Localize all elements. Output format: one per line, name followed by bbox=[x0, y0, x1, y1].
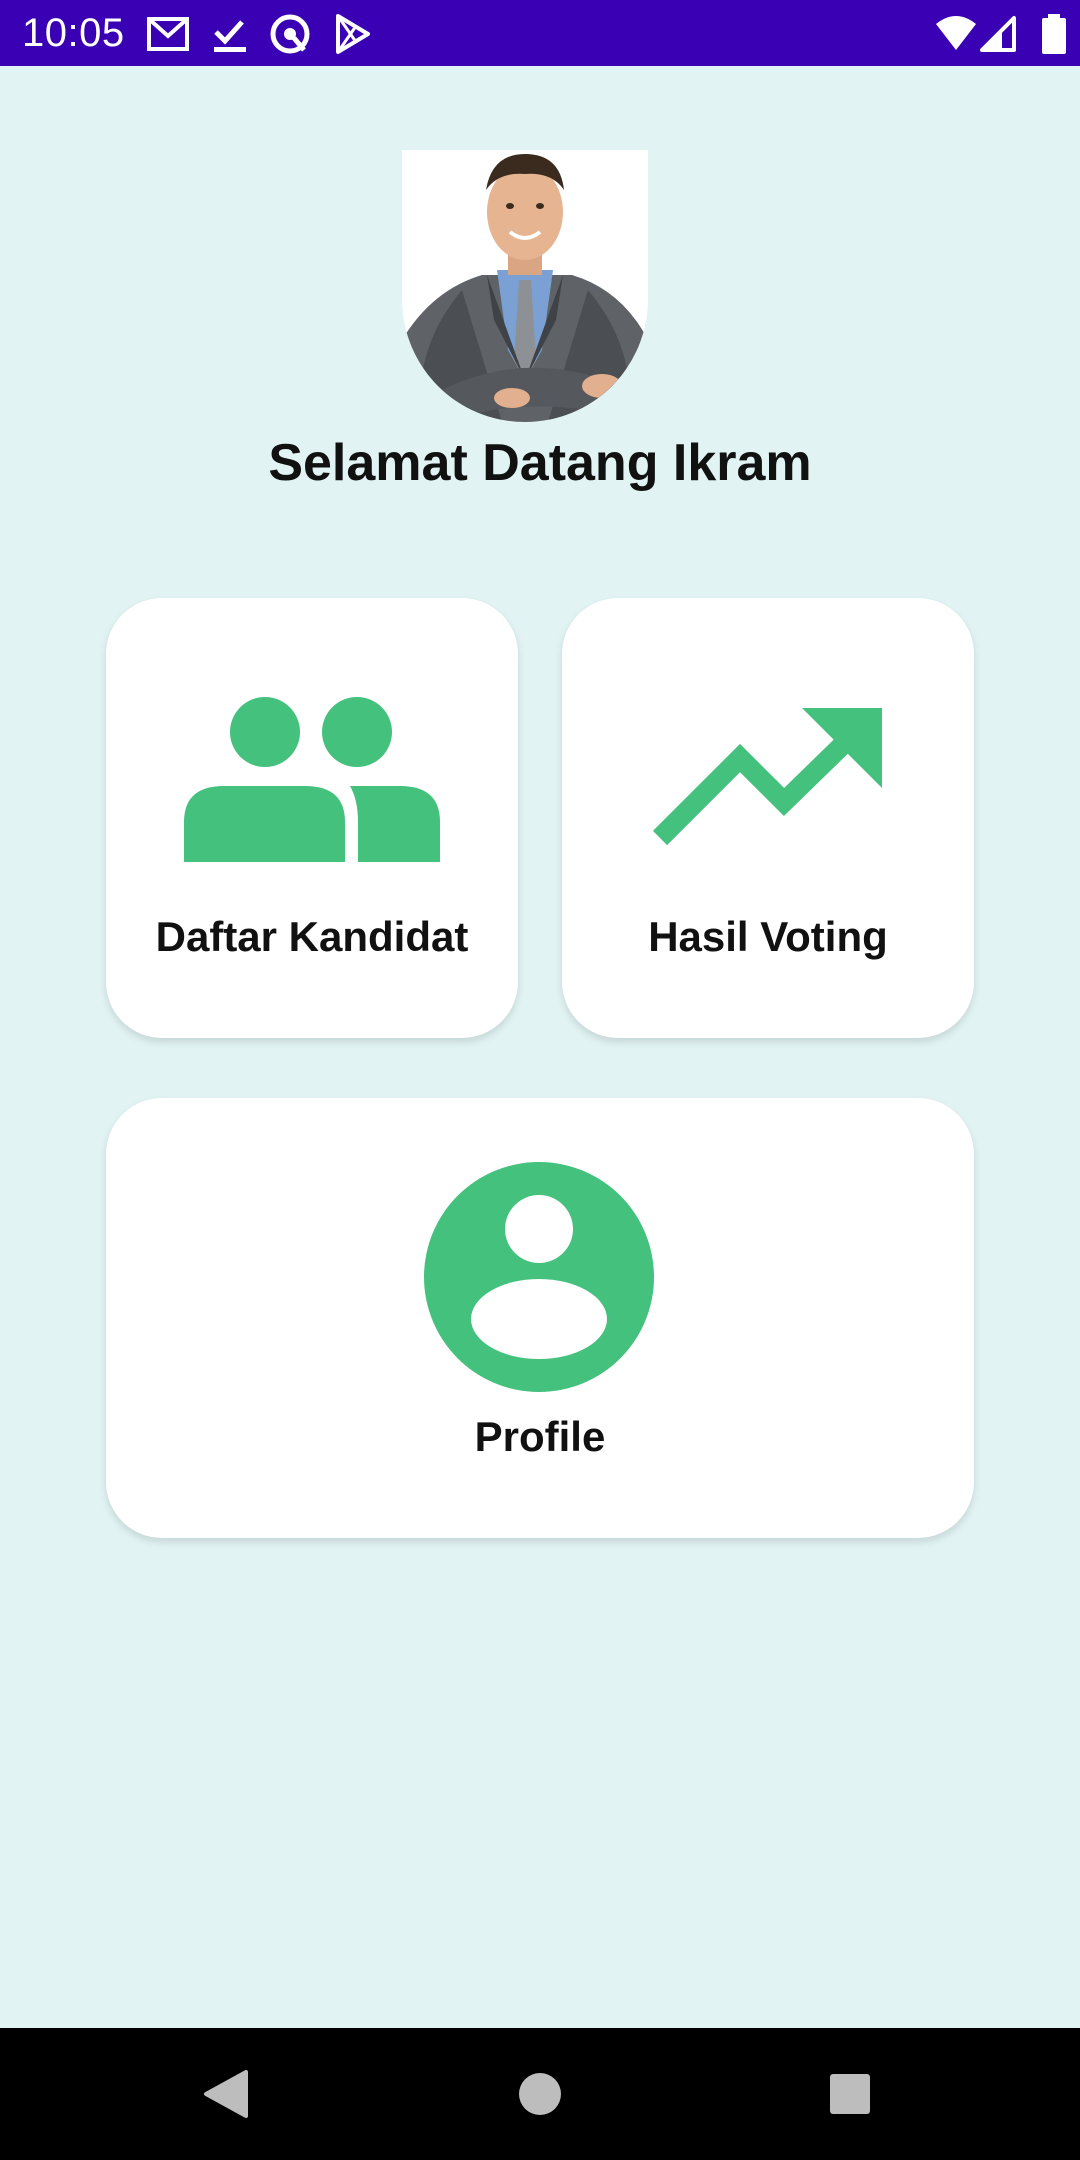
recents-icon[interactable] bbox=[820, 2064, 880, 2124]
task-done-icon bbox=[214, 20, 246, 52]
avatar bbox=[402, 150, 648, 422]
home-icon[interactable] bbox=[510, 2064, 570, 2124]
navigation-bar bbox=[0, 2028, 1080, 2160]
battery-icon bbox=[1042, 14, 1066, 54]
account-circle-icon bbox=[424, 1162, 654, 1392]
people-icon bbox=[184, 697, 440, 862]
back-icon[interactable] bbox=[196, 2064, 256, 2124]
voting-results-card[interactable]: Hasil Voting bbox=[562, 598, 974, 1038]
cell-signal-icon bbox=[980, 16, 1016, 52]
status-bar: 10:05 bbox=[0, 0, 1080, 66]
candidate-list-label: Daftar Kandidat bbox=[155, 913, 469, 960]
wifi-icon bbox=[936, 16, 976, 50]
play-store-icon bbox=[336, 14, 370, 54]
profile-label: Profile bbox=[474, 1413, 606, 1460]
gmail-icon bbox=[147, 17, 189, 51]
voting-results-label: Hasil Voting bbox=[648, 913, 888, 960]
main-content: Selamat Datang Ikram Daftar Kandidat Has… bbox=[0, 66, 1080, 2028]
status-time: 10:05 bbox=[22, 11, 125, 55]
profile-card[interactable]: Profile bbox=[106, 1098, 974, 1538]
welcome-title: Selamat Datang Ikram bbox=[268, 434, 812, 492]
user-photo bbox=[402, 150, 648, 422]
candidate-list-card[interactable]: Daftar Kandidat bbox=[106, 598, 518, 1038]
vpn-icon bbox=[270, 14, 310, 54]
trending-up-icon bbox=[652, 708, 882, 846]
